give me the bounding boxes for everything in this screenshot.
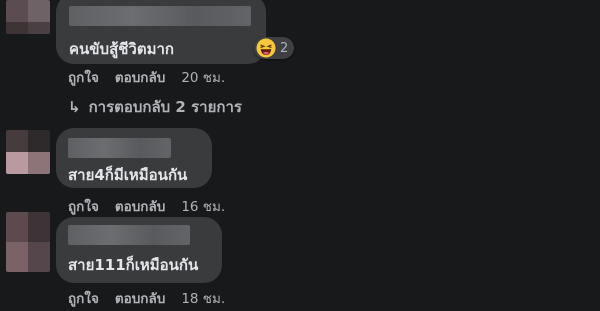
comment-bubble: สาย4ก็มีเหมือนกัน [56,128,212,188]
like-button[interactable]: ถูกใจ [68,287,99,309]
comment-actions: ถูกใจ ตอบกลับ 18 ชม. [68,287,225,309]
comment-timestamp[interactable]: 20 ชม. [181,66,225,88]
reply-arrow-icon: ↳ [68,98,81,116]
comment-bubble: คนขับสู้ชีวิตมาก [56,0,266,64]
reply-button[interactable]: ตอบกลับ [115,287,165,309]
avatar[interactable] [6,212,50,272]
blurred-author-name[interactable] [69,6,251,26]
blurred-author-name[interactable] [68,225,190,245]
comment-bubble: สาย111ก็เหมือนกัน [56,217,222,283]
comment-text: สาย111ก็เหมือนกัน [68,256,199,274]
comment-text: คนขับสู้ชีวิตมาก [69,40,174,58]
like-button[interactable]: ถูกใจ [68,66,99,88]
reply-button[interactable]: ตอบกลับ [115,195,165,217]
comment-actions: ถูกใจ ตอบกลับ 16 ชม. [68,195,225,217]
reply-button[interactable]: ตอบกลับ [115,66,165,88]
reaction-count: 2 [280,40,289,56]
view-replies-link[interactable]: ↳ การตอบกลับ 2 รายการ [68,95,242,119]
comment-timestamp[interactable]: 18 ชม. [181,287,225,309]
avatar[interactable] [6,0,50,34]
comment-actions: ถูกใจ ตอบกลับ 20 ชม. [68,66,225,88]
view-replies-label: การตอบกลับ 2 รายการ [88,98,242,116]
comment-timestamp[interactable]: 16 ชม. [181,195,225,217]
like-button[interactable]: ถูกใจ [68,195,99,217]
reaction-summary[interactable]: 2 [254,37,295,59]
comment-text: สาย4ก็มีเหมือนกัน [68,166,188,184]
blurred-author-name[interactable] [68,138,171,158]
haha-emoji-icon [256,38,276,58]
avatar[interactable] [6,130,50,174]
